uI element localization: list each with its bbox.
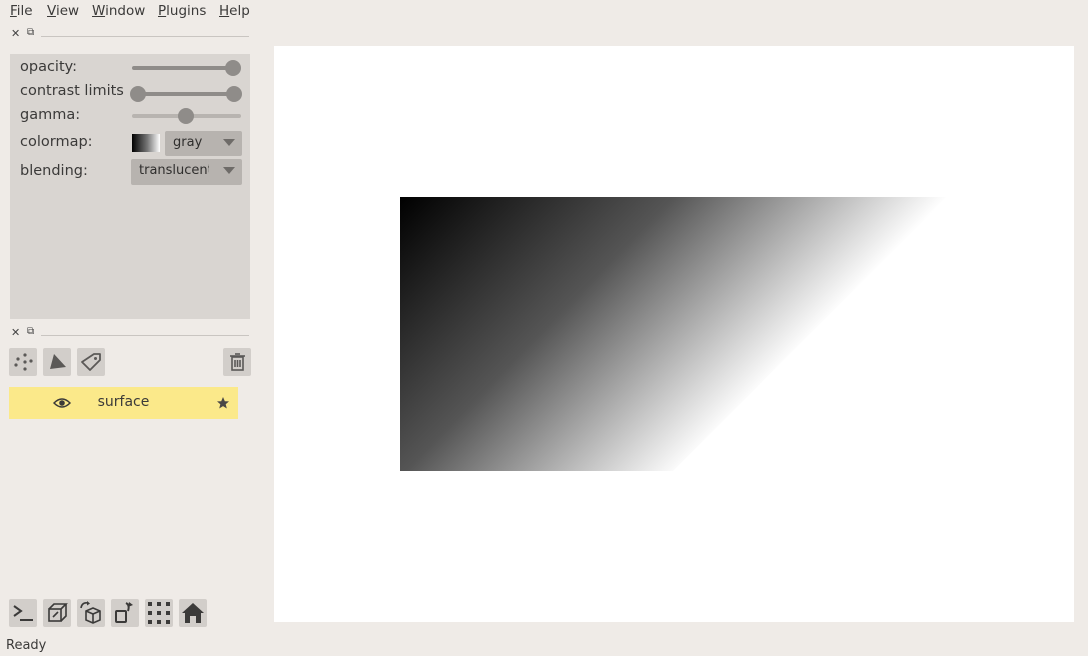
layer-item-surface[interactable]: surface	[9, 387, 238, 419]
surface-render	[400, 197, 947, 471]
dock-close-icon[interactable]: ✕	[11, 326, 20, 339]
delete-layer-button[interactable]	[223, 348, 251, 376]
shapes-icon	[50, 354, 66, 369]
contrast-min-handle[interactable]	[130, 86, 146, 102]
roll-dims-button[interactable]	[77, 599, 105, 627]
chevron-down-icon	[223, 139, 235, 146]
new-labels-layer-button[interactable]	[77, 348, 105, 376]
contrast-limits-label: contrast limits	[20, 83, 124, 99]
cube-icon	[48, 603, 68, 622]
dock-float-icon[interactable]: ⧉	[27, 27, 34, 38]
star-icon	[217, 397, 229, 409]
menu-plugins-label: lugins	[166, 3, 207, 19]
dock-divider	[41, 36, 249, 37]
console-button[interactable]	[9, 599, 37, 627]
contrast-limits-slider[interactable]	[138, 92, 234, 96]
labels-icon	[81, 353, 101, 371]
menu-file[interactable]: File	[10, 3, 33, 19]
points-icon	[14, 353, 33, 371]
trash-icon	[230, 353, 245, 371]
gamma-slider-handle[interactable]	[178, 108, 194, 124]
contrast-max-handle[interactable]	[226, 86, 242, 102]
gamma-label: gamma:	[20, 107, 81, 123]
menu-plugins-mnemonic: P	[158, 3, 167, 19]
chevron-down-icon	[223, 167, 235, 174]
menu-window[interactable]: Window	[92, 3, 145, 19]
ndisplay-toggle-button[interactable]	[43, 599, 71, 627]
menu-bar: File View Window Plugins Help	[0, 0, 1088, 24]
console-icon	[13, 605, 33, 621]
home-button[interactable]	[179, 599, 207, 627]
opacity-slider[interactable]	[132, 66, 240, 70]
viewer-canvas[interactable]	[274, 46, 1074, 622]
transpose-dims-button[interactable]	[111, 599, 139, 627]
menu-file-mnemonic: F	[10, 3, 17, 19]
dock-float-icon[interactable]: ⧉	[27, 326, 34, 337]
menu-help-label: elp	[229, 3, 250, 19]
layer-controls-dock-header: ✕ ⧉	[8, 27, 249, 43]
home-icon	[182, 603, 204, 623]
grid-toggle-button[interactable]	[145, 599, 173, 627]
transpose-icon	[115, 602, 133, 623]
menu-file-label: ile	[16, 3, 33, 19]
blending-label: blending:	[20, 163, 88, 179]
colormap-label: colormap:	[20, 134, 93, 150]
colormap-preview	[132, 134, 160, 152]
menu-help-mnemonic: H	[219, 3, 230, 19]
blending-value: translucent	[139, 163, 209, 178]
new-points-layer-button[interactable]	[9, 348, 37, 376]
colormap-value: gray	[173, 135, 203, 150]
menu-window-label: indow	[105, 3, 146, 19]
menu-view-mnemonic: V	[47, 3, 56, 19]
menu-view[interactable]: View	[47, 3, 79, 19]
blending-dropdown[interactable]: translucent	[131, 159, 242, 185]
menu-window-mnemonic: W	[92, 3, 106, 19]
opacity-slider-handle[interactable]	[225, 60, 241, 76]
colormap-dropdown[interactable]: gray	[165, 131, 242, 156]
menu-plugins[interactable]: Plugins	[158, 3, 206, 19]
menu-help[interactable]: Help	[219, 3, 250, 19]
opacity-label: opacity:	[20, 59, 78, 75]
roll-dims-icon	[80, 601, 101, 624]
status-bar: Ready	[6, 638, 47, 653]
menu-view-label: iew	[55, 3, 80, 19]
layer-list-dock-header: ✕ ⧉	[8, 326, 249, 342]
dock-divider	[41, 335, 249, 336]
layer-name: surface	[97, 394, 150, 410]
grid-icon	[148, 602, 170, 624]
layer-controls-panel: opacity: contrast limits gamma: colormap…	[10, 54, 250, 319]
new-shapes-layer-button[interactable]	[43, 348, 71, 376]
dock-close-icon[interactable]: ✕	[11, 27, 20, 40]
